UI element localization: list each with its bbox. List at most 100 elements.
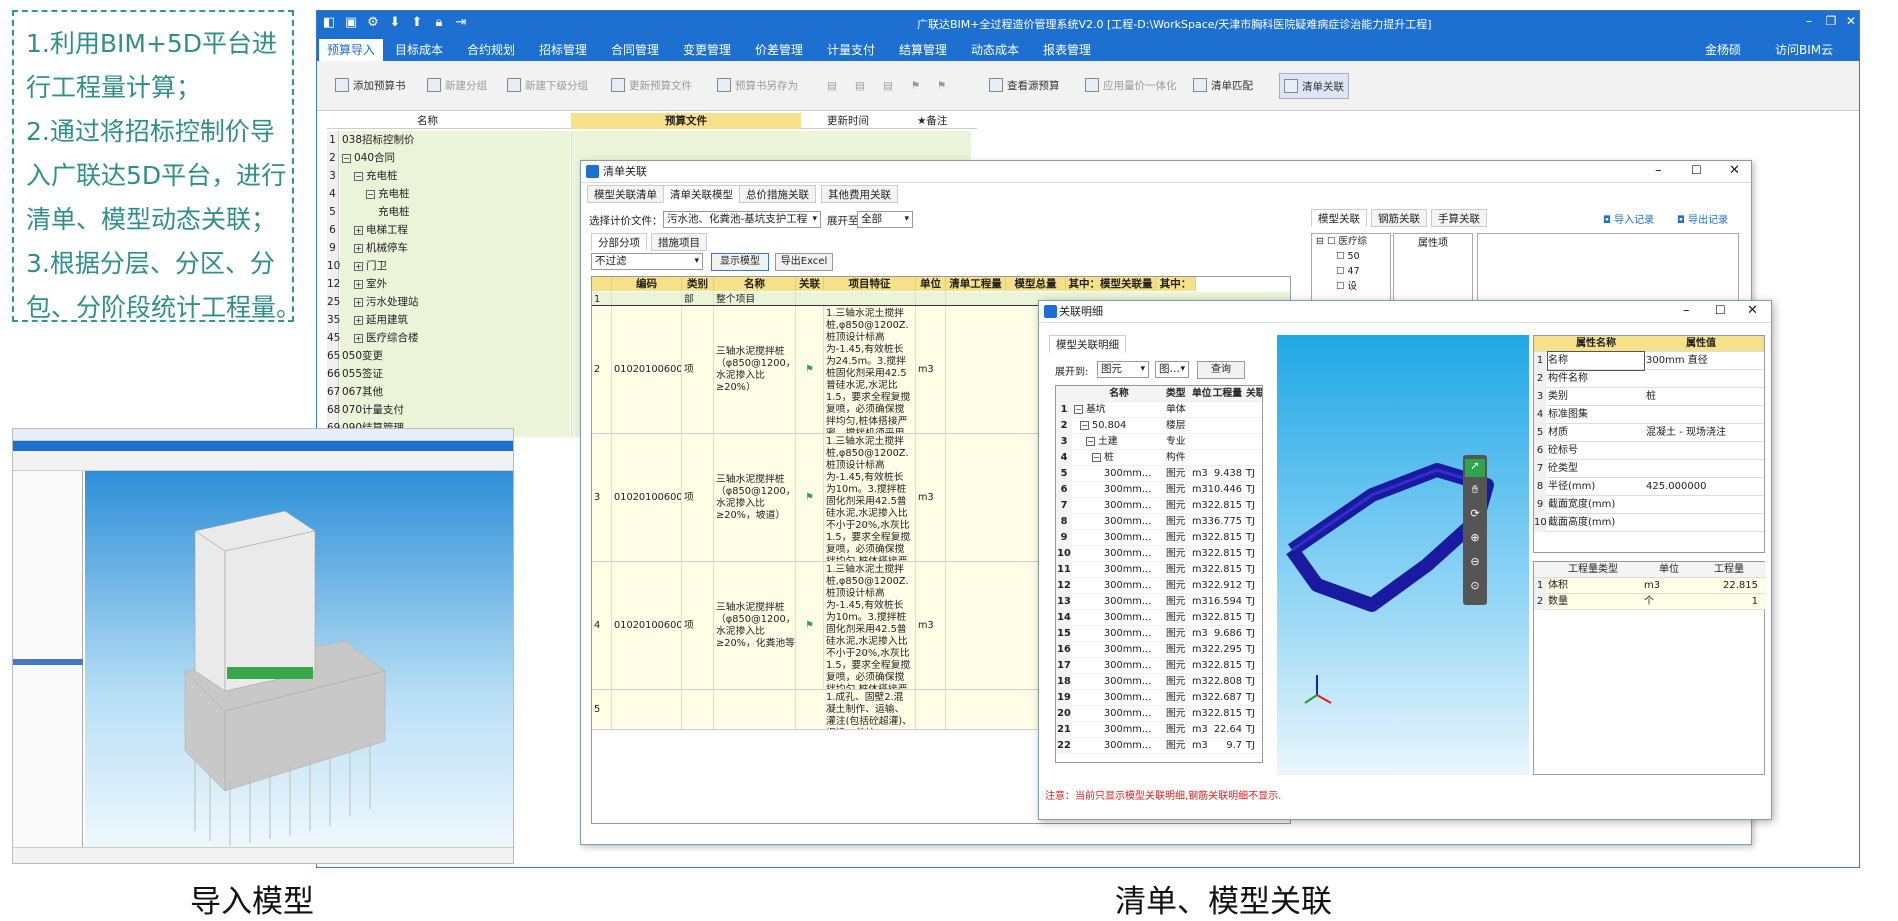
cloud-link[interactable]: 访问BIM云 [1767,39,1841,61]
expand-toggle-icon[interactable]: − [1074,405,1083,414]
expand-toggle-icon[interactable]: + [354,280,363,289]
expand-toggle-icon[interactable]: − [1092,453,1101,462]
export-excel-button[interactable]: 导出Excel [775,253,833,271]
zoom-fit-icon[interactable]: ⊙ [1465,579,1485,592]
minimize-icon[interactable]: – [1683,303,1690,318]
minimize-icon[interactable]: – [1655,163,1662,178]
subtab-measures[interactable]: 措施项目 [651,233,707,251]
tree-row[interactable]: 1− 基坑 单体 [1056,402,1262,418]
tree-row[interactable]: 5 300mm… 图元 m3 9.438 TJ [1056,466,1262,482]
maximize-icon[interactable]: ☐ [1715,303,1726,317]
tree-row[interactable]: 22 300mm… 图元 m3 9.7 TJ [1056,738,1262,754]
expand-toggle-icon[interactable]: − [366,190,375,199]
expand-toggle-icon[interactable]: + [354,334,363,343]
tree-item[interactable]: ☐ 50 [1316,249,1390,264]
close-icon[interactable]: ✕ [1841,14,1859,32]
tool-icon-3[interactable]: ▤ [883,73,893,99]
tree-row[interactable]: 6 300mm… 图元 m3 10.446 TJ [1056,482,1262,498]
property-row[interactable]: 1 名称 300mm 直径 [1534,351,1764,371]
property-row[interactable]: 5 材质 混凝土 - 现场浇注 [1534,424,1764,442]
tree-row[interactable]: 19 300mm… 图元 m3 22.687 TJ [1056,690,1262,706]
menu-item[interactable]: 预算导入 [319,39,384,61]
pricing-file-select[interactable]: 污水池、化粪池-基坑支护工程 [663,211,821,228]
query-button[interactable]: 查询 [1197,361,1245,379]
expand-toggle-icon[interactable]: − [1080,421,1089,430]
preview-3d-viewport[interactable] [85,471,513,847]
tool-icon-1[interactable]: ▤ [827,73,837,99]
tree-row[interactable]: 17 300mm… 图元 m3 22.815 TJ [1056,658,1262,674]
property-row[interactable]: 6 砼标号 [1534,442,1764,460]
tree-row[interactable]: 2−50.804 楼层 [1056,418,1262,434]
tree-row[interactable]: 11 300mm… 图元 m3 22.815 TJ [1056,562,1262,578]
export-record-link[interactable]: ◘ 导出记录 [1677,211,1728,226]
expand-select[interactable]: 图元 [1097,361,1149,378]
upload-icon[interactable]: ⬆ [409,15,425,31]
property-row[interactable]: 3 类别 桩 [1534,388,1764,406]
lock-icon[interactable]: 🔒︎ [431,15,447,31]
menu-item[interactable]: 目标成本 [387,39,451,61]
tree-row[interactable]: 18 300mm… 图元 m3 22.808 TJ [1056,674,1262,690]
tree-row[interactable]: 14 300mm… 图元 m3 22.815 TJ [1056,610,1262,626]
tree-item[interactable]: ☐ 47 [1316,264,1390,279]
rotate-icon[interactable]: ⟳ [1465,507,1485,520]
list-match-button[interactable]: 清单匹配 [1193,73,1253,99]
tree-row[interactable]: 16 300mm… 图元 m3 22.295 TJ [1056,642,1262,658]
settings-icon[interactable]: ⚙ [365,15,381,31]
menu-item[interactable]: 招标管理 [531,39,595,61]
tab-model-detail[interactable]: 模型关联明细 [1049,335,1126,353]
property-row[interactable]: 4 标准图集 [1534,406,1764,424]
restore-icon[interactable]: ❐ [1821,14,1841,32]
minimize-icon[interactable]: – [1799,14,1819,32]
quantity-row[interactable]: 2 数量 个 1 [1534,594,1766,610]
view-source-button[interactable]: 查看源预算 [989,73,1060,99]
tree-row[interactable]: 7 300mm… 图元 m3 22.815 TJ [1056,498,1262,514]
filter-select[interactable]: 不过滤 [591,253,703,270]
user-name[interactable]: 金杨硕 [1697,39,1749,61]
menu-item[interactable]: 合同管理 [603,39,667,61]
expand-toggle-icon[interactable]: + [354,226,363,235]
add-budget-button[interactable]: 添加预算书 [335,73,406,99]
quantity-row[interactable]: 1 体积 m3 22.815 [1534,578,1766,594]
tool-icon-5[interactable]: ⚑ [937,73,946,99]
tree-row[interactable]: 13 300mm… 图元 m3 16.594 TJ [1056,594,1262,610]
expand-toggle-icon[interactable]: + [354,262,363,271]
new-subgroup-button[interactable]: 新建下级分组 [507,73,588,99]
tab-manual-link[interactable]: 手算关联 [1431,209,1487,227]
new-group-button[interactable]: 新建分组 [427,73,487,99]
menu-item[interactable]: 结算管理 [891,39,955,61]
tree-item[interactable]: ⊟ ☐ 医疗综 [1316,234,1390,249]
zoom-in-icon[interactable]: ⊕ [1465,531,1485,544]
table-row[interactable]: 1 038招标控制价 [327,131,1107,149]
apply-integration-button[interactable]: 应用量价一体化 [1085,73,1177,99]
tree-row[interactable]: 15 300mm… 图元 m3 9.686 TJ [1056,626,1262,642]
update-budget-button[interactable]: 更新预算文件 [611,73,692,99]
expand-select[interactable]: 全部 [857,211,913,228]
tree-item[interactable]: ☐ 设 [1316,279,1390,294]
zoom-out-icon[interactable]: ⊖ [1465,555,1485,568]
tree-row[interactable]: 10 300mm… 图元 m3 22.815 TJ [1056,546,1262,562]
tree-row[interactable]: 21 300mm… 图元 m3 22.64 TJ [1056,722,1262,738]
menu-item[interactable]: 计量支付 [819,39,883,61]
tree-row[interactable]: 12 300mm… 图元 m3 22.912 TJ [1056,578,1262,594]
import-record-link[interactable]: ◘ 导入记录 [1603,211,1654,226]
tree-row[interactable]: 4− 桩构件 [1056,450,1262,466]
expand-toggle-icon[interactable]: − [354,172,363,181]
exit-icon[interactable]: ⇥ [453,15,469,31]
menu-item[interactable]: 报表管理 [1035,39,1099,61]
tab-list-to-model[interactable]: 清单关联模型 [663,185,740,203]
tree-row[interactable]: 20 300mm… 图元 m3 22.815 TJ [1056,706,1262,722]
property-row[interactable]: 8 半径(mm) 425.000000 [1534,478,1764,496]
tab-rebar-link[interactable]: 钢筋关联 [1371,209,1427,227]
expand-toggle-icon[interactable]: + [354,244,363,253]
menu-item[interactable]: 变更管理 [675,39,739,61]
save-as-button[interactable]: 预算书另存为 [717,73,798,99]
pointer-icon[interactable]: ➚ [1465,459,1485,477]
pan-icon[interactable]: ✋︎ [1465,483,1485,497]
close-icon[interactable]: ✕ [1747,303,1758,318]
tab-model-to-list[interactable]: 模型关联清单 [587,185,664,203]
maximize-icon[interactable]: ☐ [1691,163,1702,177]
tool-icon-4[interactable]: ⚑ [911,73,920,99]
tab-model-link[interactable]: 模型关联 [1311,209,1367,227]
download-icon[interactable]: ⬇ [387,15,403,31]
menu-item[interactable]: 价差管理 [747,39,811,61]
